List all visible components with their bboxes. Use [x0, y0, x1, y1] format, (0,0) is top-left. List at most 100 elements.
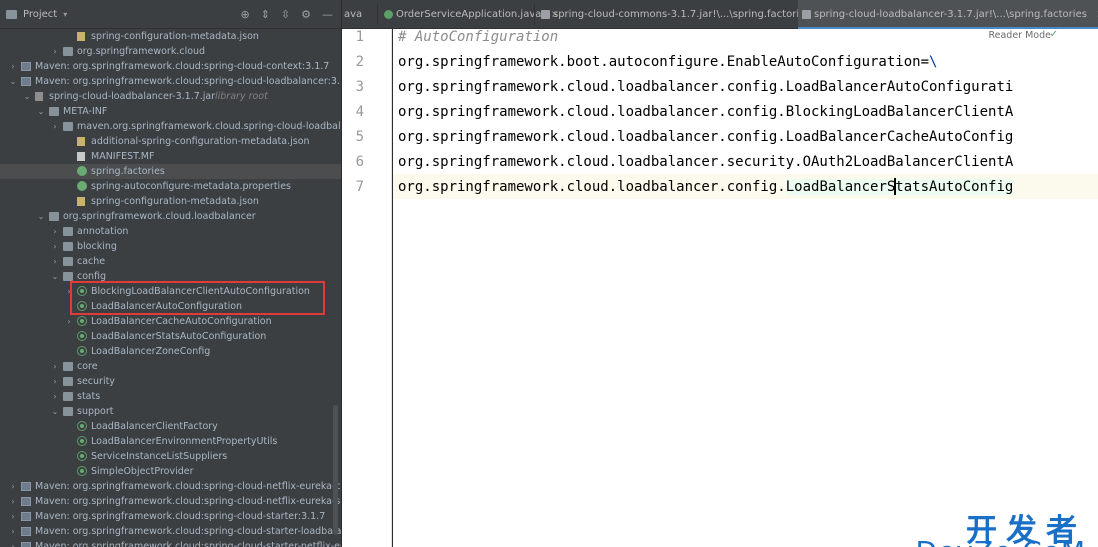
tree-item[interactable]: › security [0, 374, 341, 389]
code-editor[interactable]: Reader Mode ✓ # AutoConfiguration org.sp… [393, 29, 1098, 547]
tree-item[interactable]: LoadBalancerZoneConfig [0, 344, 341, 359]
tree-item[interactable]: ServiceInstanceListSuppliers [0, 449, 341, 464]
project-title[interactable]: Project [23, 9, 57, 20]
code-line-7: org.springframework.cloud.loadbalancer.c… [398, 179, 1014, 195]
chevron-right-icon[interactable]: › [50, 254, 60, 269]
tree-item[interactable]: › cache [0, 254, 341, 269]
tree-item[interactable]: › Maven: org.springframework.cloud:spring… [0, 539, 341, 547]
tree-item[interactable]: MANIFEST.MF [0, 149, 341, 164]
tree-item-label: spring-configuration-metadata.json [91, 196, 259, 207]
tree-item[interactable]: spring-configuration-metadata.json [0, 29, 341, 44]
file-icon [541, 10, 550, 19]
chevron-down-icon[interactable]: ▾ [63, 10, 67, 19]
cls-icon [77, 421, 87, 431]
tree-item[interactable]: ⌄ support [0, 404, 341, 419]
file-icon [802, 10, 811, 19]
collapse-all-icon[interactable]: ⇳ [281, 8, 290, 21]
tree-item[interactable]: › Maven: org.springframework.cloud:spring… [0, 494, 341, 509]
chevron-right-icon[interactable]: › [50, 224, 60, 239]
chevron-right-icon[interactable]: › [50, 119, 60, 134]
tree-item[interactable]: › org.springframework.cloud [0, 44, 341, 59]
tree-item-label: LoadBalancerStatsAutoConfiguration [91, 331, 267, 342]
project-view-icon[interactable] [6, 9, 17, 19]
tree-item[interactable]: › Maven: org.springframework.cloud:spring… [0, 524, 341, 539]
chevron-right-icon[interactable]: › [8, 539, 18, 547]
folder-icon [63, 242, 73, 251]
check-icon[interactable]: ✓ [1050, 29, 1058, 40]
code-line-2: org.springframework.boot.autoconfigure.E… [398, 54, 937, 70]
project-scrollbar[interactable] [333, 405, 338, 535]
tree-item[interactable]: ⌄ org.springframework.cloud.loadbalancer [0, 209, 341, 224]
locate-icon[interactable]: ⊕ [240, 8, 249, 21]
tree-item-label: cache [77, 256, 106, 267]
chevron-down-icon[interactable]: ⌄ [50, 269, 60, 284]
tree-item-label: Maven: org.springframework.cloud:spring-… [35, 496, 341, 507]
chevron-down-icon[interactable]: ⌄ [50, 404, 60, 419]
chevron-right-icon[interactable]: › [50, 44, 60, 59]
chevron-right-icon[interactable]: › [8, 59, 18, 74]
lib-icon [21, 77, 31, 86]
tree-item-label: org.springframework.cloud [77, 46, 206, 57]
project-tools: ⊕ ⇕ ⇳ ⚙ — [240, 0, 341, 29]
tree-item[interactable]: › Maven: org.springframework.cloud:spring… [0, 59, 341, 74]
tree-item[interactable]: LoadBalancerStatsAutoConfiguration [0, 329, 341, 344]
lib-icon [21, 527, 31, 536]
tab-partial[interactable]: ava [328, 0, 362, 29]
tree-item[interactable]: › annotation [0, 224, 341, 239]
chevron-down-icon[interactable]: ⌄ [36, 104, 46, 119]
chevron-right-icon[interactable]: › [50, 239, 60, 254]
lib-icon [21, 512, 31, 521]
class-icon [384, 10, 393, 19]
line-number: 5 [355, 129, 364, 145]
lib-icon [21, 542, 31, 547]
chevron-right-icon[interactable]: › [50, 389, 60, 404]
tree-item[interactable]: LoadBalancerEnvironmentPropertyUtils [0, 434, 341, 449]
chevron-right-icon[interactable]: › [64, 314, 74, 329]
chevron-down-icon[interactable]: ⌄ [8, 74, 18, 89]
chevron-right-icon[interactable]: › [8, 524, 18, 539]
code-line-3: org.springframework.cloud.loadbalancer.c… [398, 79, 1014, 95]
tab-loadbalancer-spring-factories[interactable]: spring-cloud-loadbalancer-3.1.7.jar!\...… [798, 0, 1098, 29]
tree-item-label: LoadBalancerClientFactory [91, 421, 218, 432]
tree-item[interactable]: spring-autoconfigure-metadata.properties [0, 179, 341, 194]
tree-item[interactable]: › Maven: org.springframework.cloud:spring… [0, 479, 341, 494]
tree-item[interactable]: › LoadBalancerCacheAutoConfiguration [0, 314, 341, 329]
tree-item[interactable]: › core [0, 359, 341, 374]
chevron-right-icon[interactable]: › [8, 479, 18, 494]
chevron-right-icon[interactable]: › [8, 494, 18, 509]
tree-item[interactable]: ⌄ META-INF [0, 104, 341, 119]
line-number: 1 [355, 29, 364, 45]
tree-item-label: blocking [77, 241, 117, 252]
tree-item[interactable]: ⌄ Maven: org.springframework.cloud:spring… [0, 74, 341, 89]
line-number: 6 [355, 154, 364, 170]
tree-item[interactable]: spring-configuration-metadata.json [0, 194, 341, 209]
line-number: 4 [355, 104, 364, 120]
tree-item[interactable]: LoadBalancerClientFactory [0, 419, 341, 434]
reader-mode-button[interactable]: Reader Mode [988, 29, 1051, 43]
tab-label: OrderServiceApplication.java [396, 9, 542, 20]
tree-item[interactable]: › maven.org.springframework.cloud.spring-… [0, 119, 341, 134]
equals-sign: = [920, 54, 930, 70]
tree-item[interactable]: › stats [0, 389, 341, 404]
tree-item[interactable]: additional-spring-configuration-metadata… [0, 134, 341, 149]
chevron-right-icon[interactable]: › [50, 359, 60, 374]
chevron-right-icon[interactable]: › [8, 509, 18, 524]
gear-icon[interactable]: ⚙ [301, 8, 311, 21]
tree-item[interactable]: spring.factories [0, 164, 341, 179]
tree-item[interactable]: › Maven: org.springframework.cloud:spring… [0, 509, 341, 524]
tree-item-label: MANIFEST.MF [91, 151, 155, 162]
line-number-gutter[interactable]: 1 2 3 4 5 6 7 [342, 29, 392, 547]
cls-icon [77, 436, 87, 446]
tree-item[interactable]: › blocking [0, 239, 341, 254]
chevron-right-icon[interactable]: › [50, 374, 60, 389]
tree-item[interactable]: ⌄ spring-cloud-loadbalancer-3.1.7.jar libr… [0, 89, 341, 104]
tree-item[interactable]: SimpleObjectProvider [0, 464, 341, 479]
tree-item-label: spring-autoconfigure-metadata.properties [91, 181, 291, 192]
tab-order-service-application[interactable]: OrderServiceApplication.java × [380, 0, 559, 29]
chevron-down-icon[interactable]: ⌄ [22, 89, 32, 104]
expand-all-icon[interactable]: ⇕ [261, 8, 270, 21]
tab-commons-spring-factories[interactable]: spring-cloud-commons-3.1.7.jar!\...\spri… [537, 0, 828, 29]
tree-item-label: stats [77, 391, 101, 402]
folder-icon [63, 272, 73, 281]
chevron-down-icon[interactable]: ⌄ [36, 209, 46, 224]
